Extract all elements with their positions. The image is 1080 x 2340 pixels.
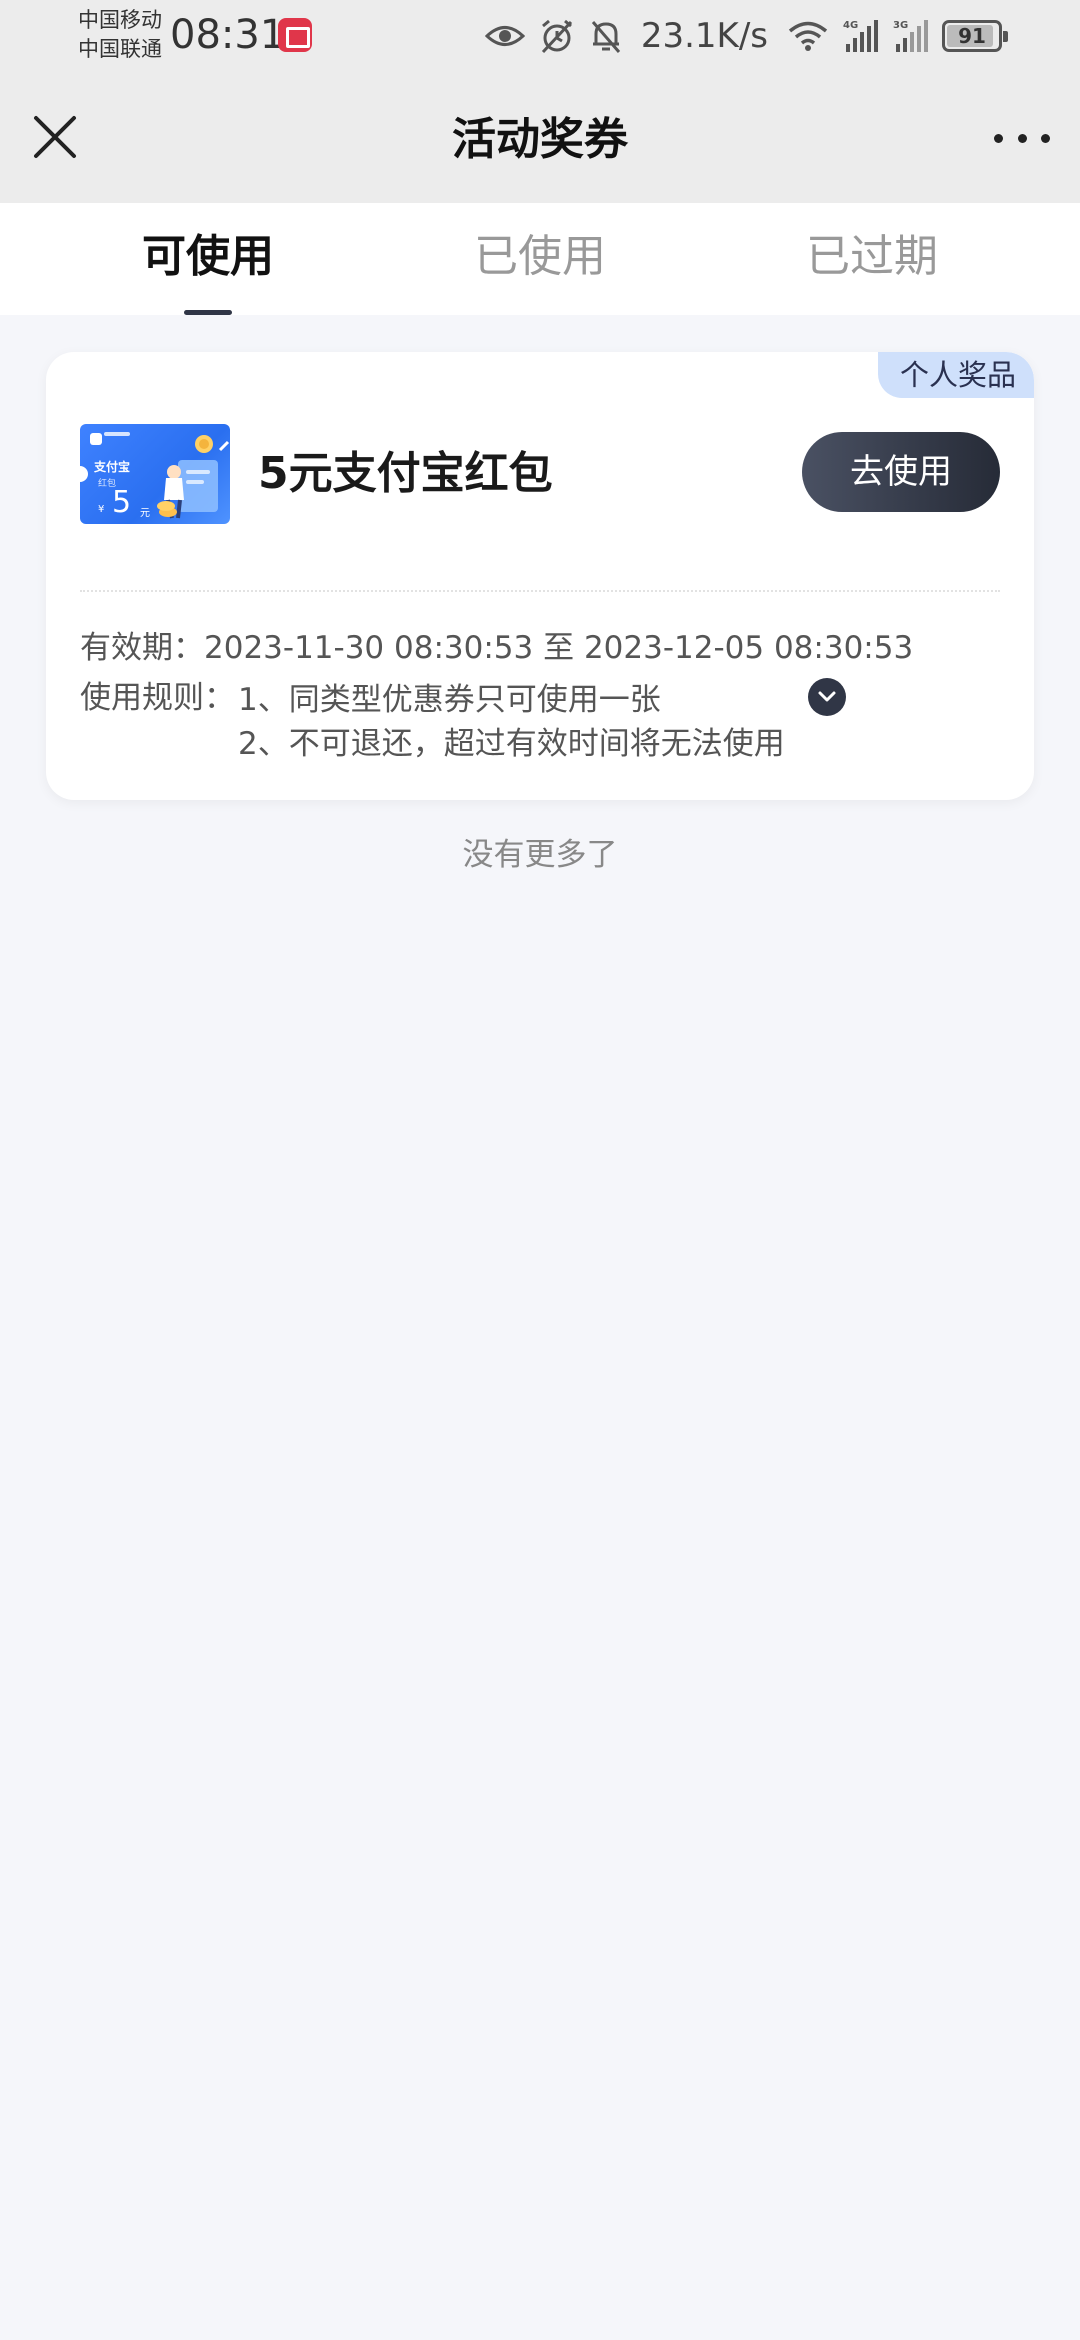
alipay-logo-icon bbox=[90, 433, 102, 445]
chevron-down-icon bbox=[818, 691, 836, 702]
more-dot-icon bbox=[1041, 133, 1050, 143]
more-dot-icon bbox=[994, 133, 1003, 143]
tab-expired[interactable]: 已过期 bbox=[772, 229, 972, 285]
status-icons: 23.1K/s 4G 3G 91 bbox=[484, 12, 1008, 60]
alarm-icon bbox=[541, 19, 572, 54]
thumbnail-amount: 5 bbox=[112, 485, 132, 520]
battery-icon: 91 bbox=[942, 20, 1008, 52]
coupon-thumbnail: 支付宝 红包 ¥ 5 元 bbox=[80, 424, 230, 524]
eye-icon bbox=[484, 26, 525, 46]
carrier-info: 中国移动 中国联通 bbox=[78, 6, 162, 64]
prize-type-tag: 个人奖品 bbox=[877, 352, 1034, 398]
coupon-card: 个人奖品 支付宝 红包 ¥ 5 元 5元支付宝红包 去使用 有效期：2023-1… bbox=[46, 352, 1034, 800]
use-coupon-button[interactable]: 去使用 bbox=[802, 432, 1000, 512]
usage-rule-item: 2、不可退还，超过有效时间将无法使用 bbox=[238, 726, 785, 762]
wifi-icon bbox=[788, 21, 828, 51]
svg-text:4G: 4G bbox=[843, 20, 858, 31]
more-button[interactable] bbox=[994, 118, 1050, 158]
validity-period: 有效期：2023-11-30 08:30:53 至 2023-12-05 08:… bbox=[80, 630, 914, 666]
status-bar: 中国移动 中国联通 08:31 23.1K/s 4G 3G 91 bbox=[0, 0, 1080, 72]
end-of-list-text: 没有更多了 bbox=[462, 837, 618, 873]
usage-rules-label: 使用规则： bbox=[80, 680, 235, 716]
svg-text:3G: 3G bbox=[893, 20, 908, 31]
carrier-1: 中国移动 bbox=[78, 8, 162, 32]
battery-level: 91 bbox=[958, 24, 986, 48]
coupon-title: 5元支付宝红包 bbox=[258, 448, 553, 499]
page-title: 活动奖券 bbox=[452, 114, 628, 165]
tab-active-indicator bbox=[184, 310, 232, 315]
red-packet-illustration-icon bbox=[157, 435, 230, 519]
signal-4g-icon: 4G bbox=[843, 20, 878, 52]
mute-bell-icon bbox=[591, 21, 620, 53]
expand-rules-button[interactable] bbox=[808, 678, 846, 716]
tab-used[interactable]: 已使用 bbox=[440, 229, 640, 285]
signal-3g-icon: 3G bbox=[893, 20, 928, 52]
usage-rule-item: 1、同类型优惠券只可使用一张 bbox=[238, 682, 661, 718]
network-speed: 23.1K/s bbox=[640, 16, 768, 56]
card-divider bbox=[80, 590, 1000, 592]
carrier-2: 中国联通 bbox=[78, 37, 162, 61]
nav-bar: 活动奖券 bbox=[0, 72, 1080, 203]
thumbnail-notch bbox=[80, 466, 88, 482]
tab-bar: 可使用 已使用 已过期 bbox=[0, 203, 1080, 315]
thumbnail-brand-name: 支付宝 bbox=[94, 460, 131, 474]
more-dot-icon bbox=[1017, 133, 1027, 143]
status-time: 08:31 bbox=[170, 12, 286, 58]
reader-app-icon bbox=[278, 18, 312, 52]
thumbnail-currency: ¥ bbox=[98, 504, 105, 515]
usage-rules-list: 1、同类型优惠券只可使用一张 2、不可退还，超过有效时间将无法使用 bbox=[238, 678, 785, 766]
thumbnail-brand-mark bbox=[104, 432, 130, 436]
tab-available[interactable]: 可使用 bbox=[108, 229, 308, 285]
